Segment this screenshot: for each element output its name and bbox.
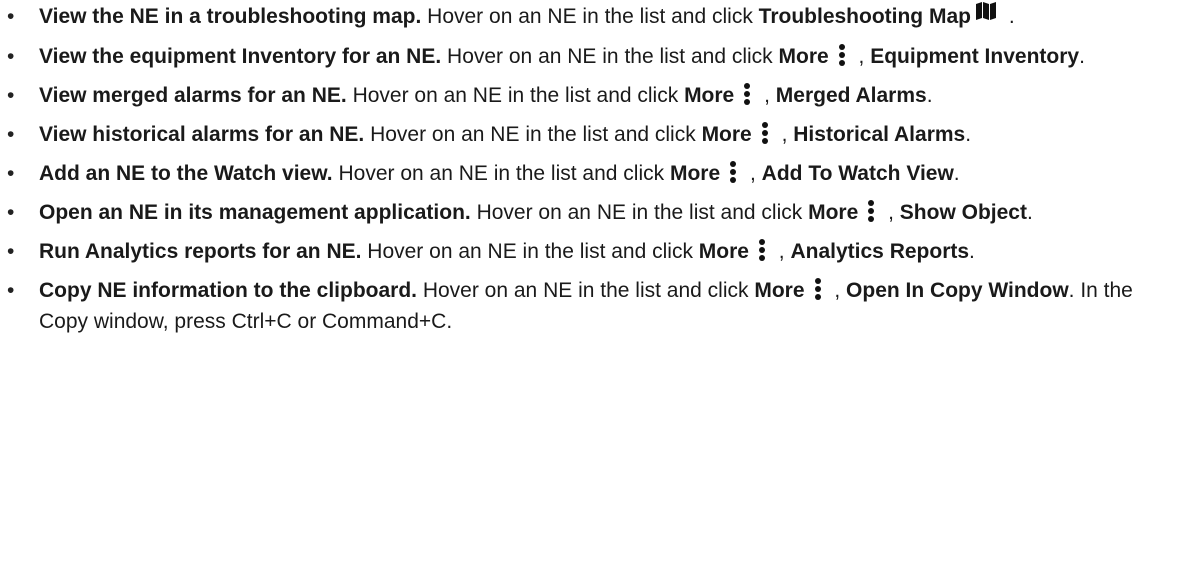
item-lead: View historical alarms for an NE. [39, 122, 365, 146]
list-item: • View historical alarms for an NE. Hove… [4, 119, 1177, 150]
menu-target: Open In Copy Window [846, 278, 1069, 302]
item-sep: , [828, 278, 847, 302]
item-sep: , [775, 122, 794, 146]
more-label: More [808, 200, 859, 224]
vertical-ellipsis-icon [837, 43, 847, 67]
item-lead: Open an NE in its management application… [39, 200, 471, 224]
item-tail: . [969, 239, 975, 263]
item-lead: View the NE in a troubleshooting map. [39, 5, 422, 28]
more-label: More [701, 122, 752, 146]
more-label: More [684, 83, 735, 107]
menu-target: Add To Watch View [761, 161, 954, 185]
vertical-ellipsis-icon [757, 238, 767, 262]
item-lead: View the equipment Inventory for an NE. [39, 44, 442, 68]
item-text: Hover on an NE in the list and click [346, 83, 685, 107]
list-item: • Copy NE information to the clipboard. … [4, 275, 1177, 337]
item-text: Hover on an NE in the list and click [441, 44, 779, 68]
item-tail: . [953, 161, 960, 185]
item-tail: . [1079, 44, 1085, 68]
item-sep: , [744, 161, 762, 185]
bullet: • [7, 239, 15, 263]
bullet: • [7, 200, 15, 224]
list-item: • View merged alarms for an NE. Hover on… [4, 80, 1177, 111]
menu-target: Equipment Inventory [870, 44, 1080, 68]
item-tail: . [926, 83, 933, 107]
document-body: • View the NE in a troubleshooting map. … [0, 0, 1183, 337]
item-text: Hover on an NE in the list and click [361, 239, 699, 263]
vertical-ellipsis-icon [760, 121, 770, 145]
vertical-ellipsis-icon [742, 82, 752, 106]
item-lead: Run Analytics reports for an NE. [39, 239, 362, 263]
item-tail: . [1002, 5, 1015, 28]
bullet-list: • View the NE in a troubleshooting map. … [4, 1, 1177, 337]
item-lead: View merged alarms for an NE. [39, 83, 347, 107]
item-lead: Copy NE information to the clipboard. [39, 278, 417, 302]
item-tail: . [1026, 200, 1033, 224]
bullet: • [7, 161, 15, 185]
menu-target: Analytics Reports [790, 239, 970, 263]
vertical-ellipsis-icon [728, 160, 738, 184]
item-sep: , [852, 44, 871, 68]
bullet: • [7, 5, 15, 28]
item-sep: , [882, 200, 900, 224]
list-item: • Add an NE to the Watch view. Hover on … [4, 158, 1177, 189]
more-label: More [754, 278, 805, 302]
bullet: • [7, 44, 15, 68]
bullet: • [7, 122, 15, 146]
menu-target: Historical Alarms [793, 122, 966, 146]
list-item: • Run Analytics reports for an NE. Hover… [4, 236, 1177, 267]
vertical-ellipsis-icon [866, 199, 876, 223]
bullet: • [7, 278, 15, 302]
item-text: Hover on an NE in the list and click [421, 5, 759, 28]
more-label: More [778, 44, 829, 68]
item-text: Hover on an NE in the list and click [364, 122, 702, 146]
item-tail: . [965, 122, 972, 146]
list-item: • View the NE in a troubleshooting map. … [4, 1, 1177, 33]
list-item: • Open an NE in its management applicati… [4, 197, 1177, 228]
bullet: • [7, 83, 15, 107]
action-label: Troubleshooting Map [758, 5, 971, 28]
map-icon [975, 0, 997, 30]
item-lead: Add an NE to the Watch view. [39, 161, 333, 185]
menu-target: Show Object [899, 200, 1027, 224]
list-item: • View the equipment Inventory for an NE… [4, 41, 1177, 72]
item-text: Hover on an NE in the list and click [470, 200, 809, 224]
item-sep: , [772, 239, 791, 263]
more-label: More [698, 239, 749, 263]
item-text: Hover on an NE in the list and click [417, 278, 755, 302]
item-sep: , [758, 83, 776, 107]
vertical-ellipsis-icon [813, 277, 823, 301]
menu-target: Merged Alarms [775, 83, 927, 107]
item-text: Hover on an NE in the list and click [332, 161, 670, 185]
more-label: More [669, 161, 721, 185]
